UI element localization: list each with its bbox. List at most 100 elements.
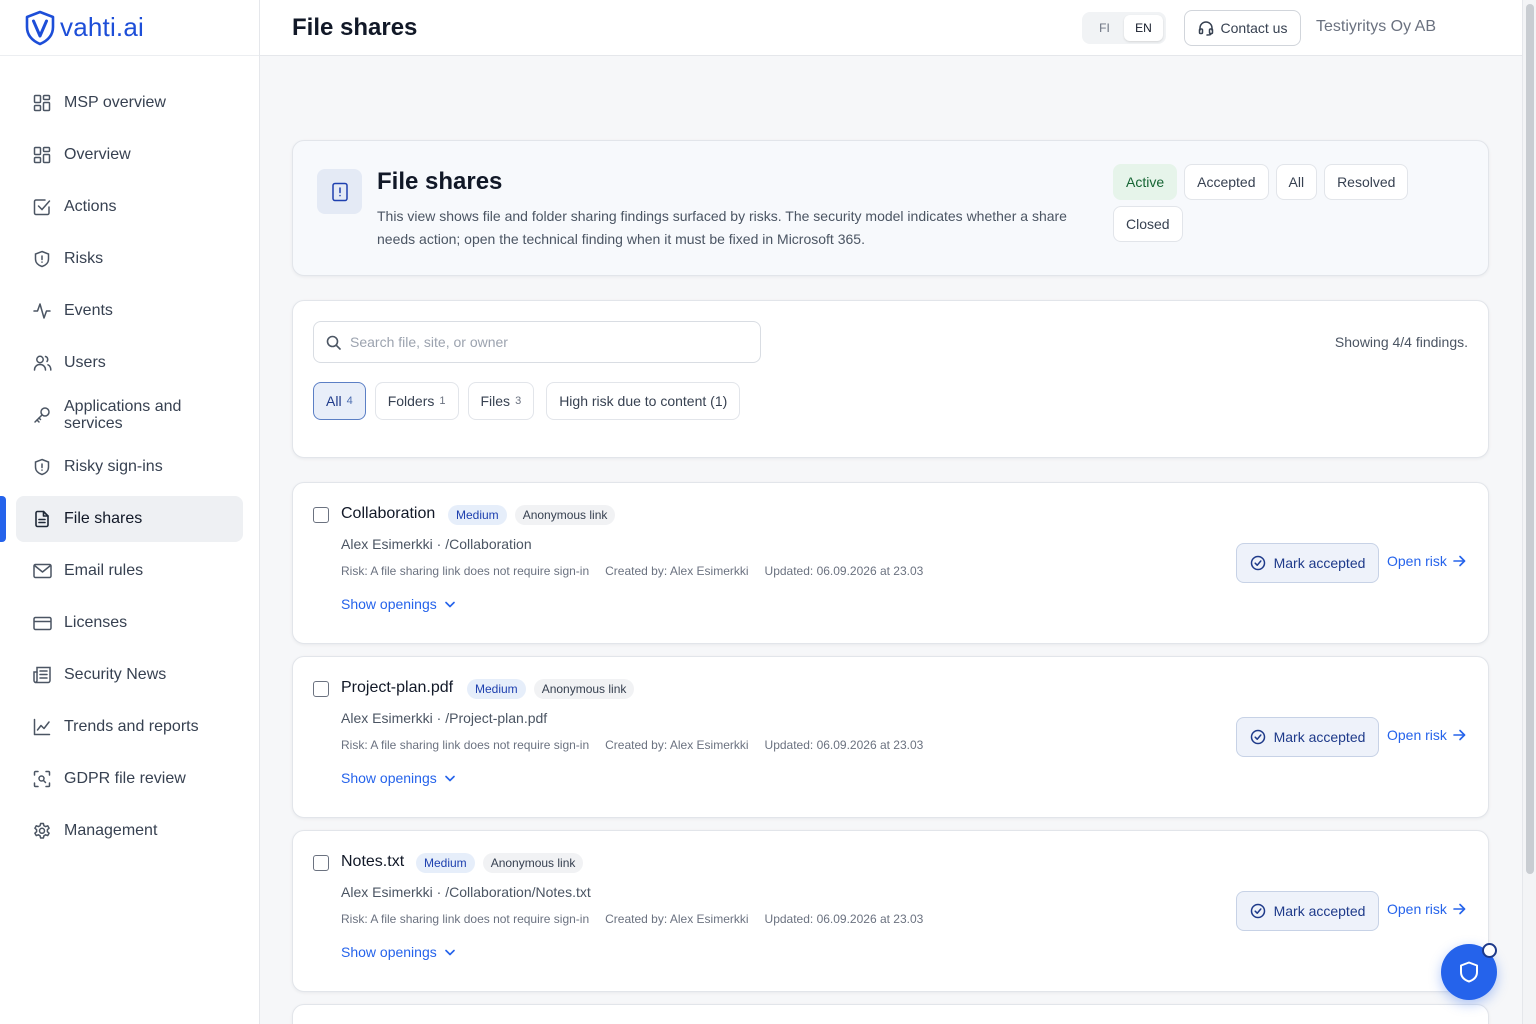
- finding-owner-path: Alex Esimerkki · /Collaboration/Notes.tx…: [341, 884, 591, 900]
- sidebar-item-security-news[interactable]: Security News: [16, 652, 243, 698]
- sidebar-item-label: Events: [64, 302, 113, 319]
- finding-risk-text: Risk: A file sharing link does not requi…: [341, 738, 590, 752]
- shield-icon: [1460, 961, 1478, 983]
- search-box: [313, 321, 761, 363]
- sidebar-item-label: Actions: [64, 198, 117, 215]
- sidebar-item-risks[interactable]: Risks: [16, 236, 243, 282]
- arrow-right-icon: [1453, 555, 1466, 567]
- language-switcher: FI EN: [1082, 12, 1166, 44]
- sidebar-item-gdpr-file-review[interactable]: GDPR file review: [16, 756, 243, 802]
- type-filter-label: Files: [480, 393, 511, 409]
- sidebar-item-trends-and-reports[interactable]: Trends and reports: [16, 704, 243, 750]
- finding-owner-path: Alex Esimerkki · /Project-plan.pdf: [341, 710, 548, 726]
- finding-badges: Medium Anonymous link: [467, 679, 635, 699]
- lang-en-option[interactable]: EN: [1124, 15, 1163, 41]
- show-openings-toggle[interactable]: Show openings: [341, 944, 455, 960]
- type-filter-label: Folders: [387, 393, 435, 409]
- organization-name[interactable]: Testiyritys Oy AB: [1316, 18, 1436, 36]
- mark-accepted-button[interactable]: Mark accepted: [1236, 717, 1379, 757]
- sidebar-item-msp-overview[interactable]: MSP overview: [16, 80, 243, 126]
- sidebar-item-risky-sign-ins[interactable]: Risky sign-ins: [16, 444, 243, 490]
- sidebar-item-label: Users: [64, 354, 106, 371]
- status-tab-accepted[interactable]: Accepted: [1184, 164, 1269, 200]
- brand-logo[interactable]: vahti.ai: [0, 0, 259, 56]
- open-risk-link[interactable]: Open risk: [1387, 727, 1466, 743]
- type-filter-files[interactable]: Files 3: [467, 382, 535, 420]
- sidebar-item-label: Licenses: [64, 614, 128, 631]
- search-icon: [326, 335, 341, 350]
- mail-icon: [32, 561, 52, 581]
- shield-alert-icon: [32, 249, 52, 269]
- sidebar-item-label: Risks: [64, 250, 104, 267]
- sidebar-item-overview[interactable]: Overview: [16, 132, 243, 178]
- open-risk-link[interactable]: Open risk: [1387, 553, 1466, 569]
- mark-accepted-button[interactable]: Mark accepted: [1236, 543, 1379, 583]
- scan-icon: [32, 769, 52, 789]
- contact-us-button[interactable]: Contact us: [1184, 10, 1301, 46]
- finding-name: Collaboration: [341, 505, 436, 522]
- show-openings-toggle[interactable]: Show openings: [341, 596, 455, 612]
- type-filter-folders[interactable]: Folders 1: [374, 382, 459, 420]
- sidebar-item-actions[interactable]: Actions: [16, 184, 243, 230]
- check-circle-icon: [1250, 903, 1265, 919]
- sidebar-item-management[interactable]: Management: [16, 808, 243, 854]
- sidebar: vahti.ai MSP overview Overview Actions R…: [0, 0, 260, 1024]
- search-input[interactable]: [350, 334, 750, 350]
- scrollbar-thumb[interactable]: [1526, 4, 1534, 874]
- sidebar-item-file-shares[interactable]: File shares: [0, 496, 243, 542]
- finding-name: Project-plan.pdf: [341, 679, 454, 696]
- mark-accepted-button[interactable]: Mark accepted: [1236, 891, 1379, 931]
- finding-meta: Risk: A file sharing link does not requi…: [341, 912, 923, 926]
- finding-card: Notes.txt Medium Anonymous link Alex Esi…: [292, 830, 1489, 992]
- findings-count-text: Showing 4/4 findings.: [1334, 334, 1468, 350]
- finding-card-partial: [292, 1004, 1489, 1024]
- grid-icon: [32, 93, 52, 113]
- finding-badges: Medium Anonymous link: [448, 505, 616, 525]
- show-openings-label: Show openings: [341, 770, 437, 786]
- finding-owner-path: Alex Esimerkki · /Collaboration: [341, 536, 532, 552]
- lang-fi-option[interactable]: FI: [1085, 15, 1124, 41]
- vahti-shield-logo-icon: [25, 10, 55, 45]
- newspaper-icon: [32, 665, 52, 685]
- sidebar-item-label: Management: [64, 822, 158, 839]
- sidebar-item-label: Overview: [64, 146, 131, 163]
- mark-accepted-label: Mark accepted: [1273, 903, 1366, 919]
- section-description: This view shows file and folder sharing …: [377, 208, 1067, 247]
- open-risk-link[interactable]: Open risk: [1387, 901, 1466, 917]
- type-filter-high-risk-content[interactable]: High risk due to content (1): [546, 382, 741, 420]
- finding-select-checkbox[interactable]: [313, 855, 329, 871]
- finding-updated: Updated: 06.09.2026 at 23.03: [764, 912, 924, 926]
- sidebar-item-label: Email rules: [64, 562, 144, 579]
- sidebar-item-licenses[interactable]: Licenses: [16, 600, 243, 646]
- status-tab-resolved[interactable]: Resolved: [1324, 164, 1409, 200]
- finding-select-checkbox[interactable]: [313, 681, 329, 697]
- check-circle-icon: [1250, 729, 1265, 745]
- sidebar-item-label: Applications and services: [64, 398, 182, 432]
- type-filter-all[interactable]: All 4: [313, 382, 366, 420]
- type-filter-group: All 4 Folders 1 Files 3 High risk due to…: [313, 382, 741, 420]
- sidebar-nav: MSP overview Overview Actions Risks Even…: [0, 56, 259, 854]
- finding-risk-text: Risk: A file sharing link does not requi…: [341, 912, 590, 926]
- status-tab-all[interactable]: All: [1275, 164, 1318, 200]
- status-tab-active[interactable]: Active: [1113, 164, 1178, 200]
- sidebar-item-email-rules[interactable]: Email rules: [16, 548, 243, 594]
- users-icon: [32, 353, 52, 373]
- show-openings-toggle[interactable]: Show openings: [341, 770, 455, 786]
- notification-dot: [1482, 943, 1497, 958]
- type-filter-count: 1: [439, 395, 446, 407]
- page-scrollbar[interactable]: [1522, 0, 1536, 1024]
- share-type-badge: Anonymous link: [533, 679, 635, 699]
- finding-risk-text: Risk: A file sharing link does not requi…: [341, 564, 590, 578]
- activity-icon: [32, 301, 52, 321]
- brand-name: vahti.ai: [60, 12, 144, 42]
- finding-card: Project-plan.pdf Medium Anonymous link A…: [292, 656, 1489, 818]
- chevron-down-icon: [444, 775, 455, 781]
- sidebar-item-users[interactable]: Users: [16, 340, 243, 386]
- status-tab-closed[interactable]: Closed: [1113, 206, 1183, 242]
- section-title: File shares: [377, 168, 503, 195]
- contact-us-label: Contact us: [1220, 20, 1288, 36]
- sidebar-item-events[interactable]: Events: [16, 288, 243, 334]
- sidebar-item-label: Risky sign-ins: [64, 458, 163, 475]
- sidebar-item-applications[interactable]: Applications and services: [16, 392, 243, 438]
- finding-select-checkbox[interactable]: [313, 507, 329, 523]
